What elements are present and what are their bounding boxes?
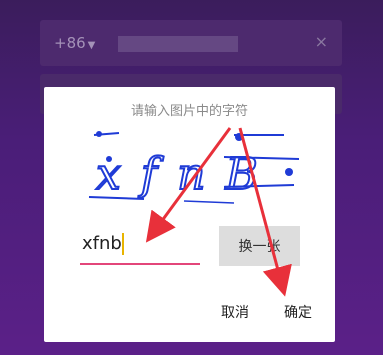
captcha-dialog: 请输入图片中的字符 xfnB xfnb 换一张 取消 确定 xyxy=(44,87,335,342)
captcha-text: xfnB xyxy=(96,149,278,200)
clear-icon[interactable]: × xyxy=(315,32,328,51)
captcha-image[interactable]: xfnB xyxy=(84,127,304,209)
phone-input-row[interactable]: +86 ▼ × xyxy=(40,20,342,66)
chevron-down-icon: ▼ xyxy=(87,40,96,51)
text-cursor xyxy=(122,233,124,255)
country-code-label: +86 xyxy=(54,34,86,52)
masked-phone-number xyxy=(118,36,238,52)
country-code-selector[interactable]: +86 ▼ xyxy=(54,34,95,52)
captcha-input-value: xfnb xyxy=(82,233,122,254)
captcha-input[interactable]: xfnb xyxy=(80,227,200,265)
refresh-captcha-button[interactable]: 换一张 xyxy=(219,226,300,266)
dialog-title: 请输入图片中的字符 xyxy=(130,104,248,119)
cancel-button[interactable]: 取消 xyxy=(221,302,249,322)
confirm-button[interactable]: 确定 xyxy=(284,302,312,322)
